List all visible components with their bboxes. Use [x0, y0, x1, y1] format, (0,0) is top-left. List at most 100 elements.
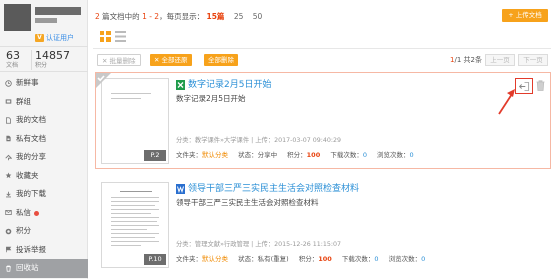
downloads-label: 下载次数： — [341, 255, 375, 263]
sidebar-item-label: 我的文档 — [16, 115, 46, 124]
stat-documents-label: 文档 — [6, 62, 19, 69]
sidebar-item-my-shares[interactable]: 我的分享 — [0, 148, 88, 167]
document-card[interactable]: P.10 领导干部三严三实民主生活会对照检查材料 领导干部三严三实民主生活会对照… — [95, 176, 551, 273]
range-text: 1 - 2 — [142, 12, 160, 21]
document-thumbnail[interactable]: P.2 — [101, 78, 169, 164]
page-total: /1 共2条 — [454, 56, 482, 64]
document-info-row: 文件夹：默认分类 状态：分享中 积分：100 下载次数：0 浏览次数：0 — [176, 151, 422, 160]
count-text: 篇文档中的 — [102, 12, 140, 21]
stat-documents[interactable]: 63 文档 — [6, 49, 20, 70]
stat-points-value: 14857 — [35, 49, 70, 62]
sidebar-item-label: 我的分享 — [16, 152, 46, 161]
delete-all-button[interactable]: 全部删除 — [204, 54, 238, 66]
share-icon — [5, 154, 12, 160]
sidebar-item-label: 群组 — [16, 96, 31, 106]
downloads-value: 0 — [374, 255, 379, 263]
restore-all-label: 全部还原 — [161, 56, 188, 64]
folder-value[interactable]: 默认分类 — [202, 151, 228, 159]
document-description: 领导干部三严三实民主生活会对照检查材料 — [176, 198, 319, 207]
private-document-icon — [6, 135, 11, 142]
sidebar-item-my-documents[interactable]: 我的文档 — [0, 111, 88, 130]
stat-documents-value: 63 — [6, 49, 20, 62]
document-meta: 分类：管理文献»行政管理 | 上传：2015-12-26 11:15:07 — [176, 241, 342, 248]
page-indicator: 1/1 共2条 — [450, 54, 482, 66]
verified-user-label[interactable]: 认证用户 — [46, 34, 74, 42]
restore-button[interactable] — [515, 78, 533, 94]
sidebar-nav: 新鲜事 群组 我的文档 私有文档 我的分享 收藏夹 我的下载 私信 积分 投诉举… — [0, 74, 88, 278]
user-subtitle-redacted — [35, 18, 57, 23]
downloads-label: 下载次数： — [330, 151, 363, 159]
verified-badge-icon: V — [35, 34, 44, 42]
prev-page-button[interactable]: 上一页 — [485, 54, 515, 66]
restore-all-button[interactable]: ✕ 全部还原 — [150, 54, 192, 66]
restore-icon — [518, 81, 529, 91]
sidebar-item-news[interactable]: 新鲜事 — [0, 74, 88, 93]
sidebar-item-label: 积分 — [16, 226, 31, 235]
document-meta: 分类：教学课件»大学课件 | 上传：2017-03-07 09:40:29 — [176, 137, 342, 144]
page-size-option-15[interactable]: 15篇 — [206, 12, 224, 21]
stat-points[interactable]: 14857 积分 — [35, 49, 70, 70]
sidebar-item-label: 私有文档 — [16, 133, 46, 143]
document-title[interactable]: 数字记录2月5日开始 — [188, 79, 271, 91]
document-thumbnail[interactable]: P.10 — [101, 182, 169, 268]
document-description: 数字记录2月5日开始 — [176, 94, 246, 103]
upload-document-button[interactable]: + 上传文档 — [502, 9, 548, 22]
sidebar-item-points[interactable]: 积分 — [0, 222, 88, 241]
page-size-option-25[interactable]: 25 — [234, 12, 244, 21]
report-icon — [6, 246, 12, 253]
coin-icon — [5, 228, 12, 234]
views-value: 0 — [409, 151, 414, 159]
folder-label: 文件夹： — [176, 151, 202, 159]
page-size-option-50[interactable]: 50 — [253, 12, 263, 21]
sidebar-item-label: 私信 — [16, 207, 31, 217]
user-stats: 63 文档 14857 积分 — [0, 46, 88, 72]
unread-dot — [34, 210, 39, 216]
username-redacted — [35, 7, 81, 15]
views-value: 0 — [421, 255, 426, 263]
main-content: 2 篇文档中的 1 - 2，每页显示： 15篇 25 50 + 上传文档 ✕ 批… — [88, 0, 553, 279]
sidebar-item-recycle-bin[interactable]: 回收站 — [0, 259, 88, 278]
news-icon — [5, 79, 12, 87]
sidebar-item-favorites[interactable]: 收藏夹 — [0, 167, 88, 186]
header-divider — [93, 48, 551, 49]
checkbox-checked-icon[interactable] — [96, 73, 111, 88]
download-icon — [6, 191, 11, 197]
sidebar-item-private-documents[interactable]: 私有文档 — [0, 130, 88, 149]
stat-points-label: 积分 — [35, 62, 48, 69]
sidebar-item-report[interactable]: 投诉举报 — [0, 241, 88, 260]
document-icon — [6, 116, 11, 124]
status-value: 私有(重复) — [257, 255, 289, 263]
document-title[interactable]: 领导干部三严三实民主生活会对照检查材料 — [188, 183, 359, 195]
excel-file-icon — [176, 80, 185, 90]
sidebar-item-groups[interactable]: 群组 — [0, 93, 88, 112]
list-view-icon[interactable] — [115, 31, 126, 42]
batch-delete-button[interactable]: ✕ 批量删除 — [97, 54, 141, 66]
recycle-icon — [6, 265, 11, 272]
next-page-button[interactable]: 下一页 — [518, 54, 548, 66]
status-label: 状态： — [238, 255, 258, 263]
word-file-icon — [176, 184, 185, 194]
grid-view-icon[interactable] — [100, 31, 111, 42]
points-value: 100 — [306, 151, 321, 159]
sidebar-item-my-downloads[interactable]: 我的下载 — [0, 185, 88, 204]
views-label: 浏览次数： — [377, 151, 410, 159]
result-summary: 2 篇文档中的 1 - 2，每页显示： 15篇 25 50 — [95, 11, 262, 22]
sidebar-item-label: 收藏夹 — [16, 170, 39, 180]
folder-label: 文件夹： — [176, 255, 202, 263]
points-value: 100 — [318, 255, 332, 263]
document-info-row: 文件夹：默认分类 状态：私有(重复) 积分：100 下载次数：0 浏览次数：0 — [176, 255, 433, 264]
views-label: 浏览次数： — [388, 255, 422, 263]
sidebar: V 认证用户 63 文档 14857 积分 新鲜事 群组 我的文档 私有文档 我… — [0, 0, 88, 279]
downloads-value: 0 — [362, 151, 367, 159]
user-profile: V 认证用户 — [4, 4, 84, 44]
page-count-badge: P.10 — [144, 254, 166, 265]
sidebar-item-messages[interactable]: 私信 — [0, 204, 88, 223]
points-label: 积分： — [287, 151, 307, 159]
stats-divider — [31, 50, 32, 70]
points-label: 积分： — [298, 255, 319, 263]
document-card[interactable]: P.2 数字记录2月5日开始 数字记录2月5日开始 分类：教学课件»大学课件 |… — [95, 72, 551, 169]
folder-value[interactable]: 默认分类 — [202, 255, 228, 263]
batch-delete-label: 批量删除 — [109, 57, 136, 65]
avatar[interactable] — [4, 4, 31, 31]
delete-forever-icon[interactable] — [536, 80, 545, 91]
